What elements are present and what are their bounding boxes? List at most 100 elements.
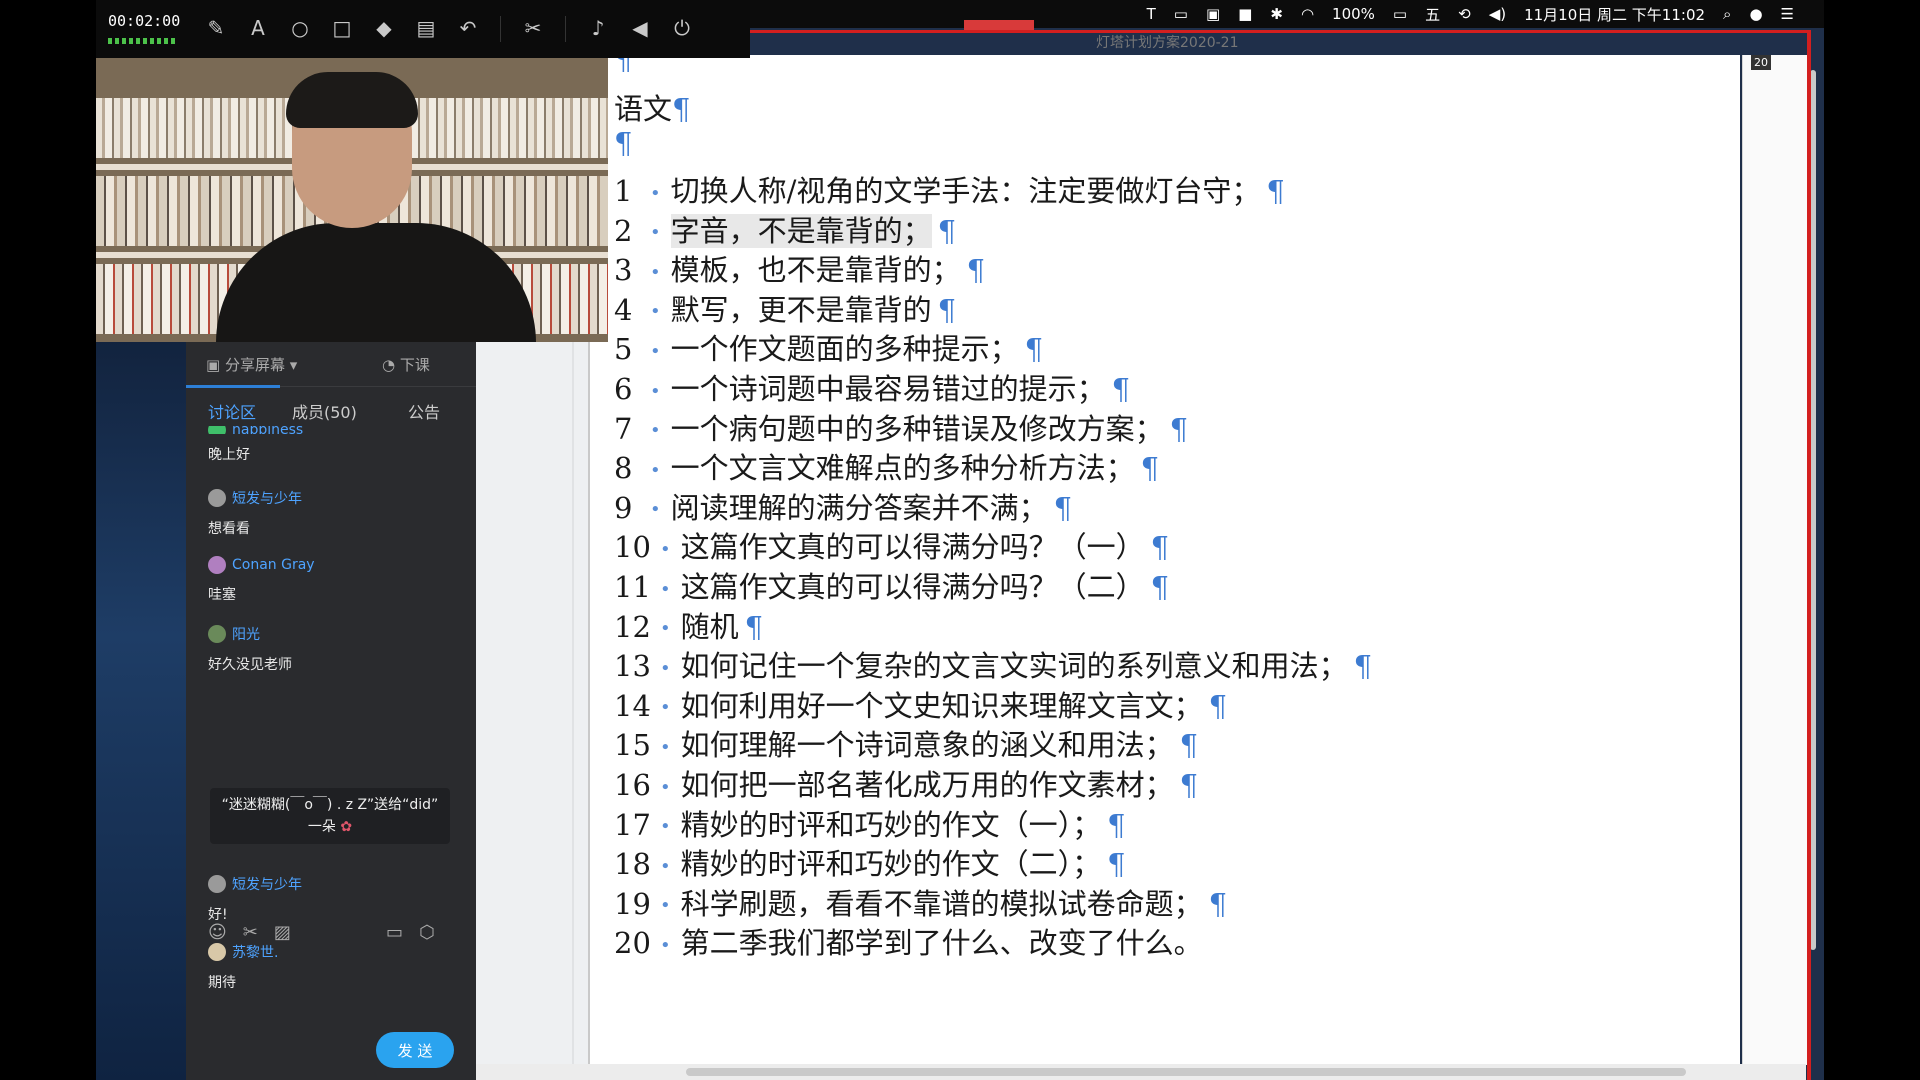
trash-icon[interactable]: ▤: [416, 10, 436, 46]
message-list[interactable]: happiness 晚上好 短发与少年 想看看 Conan Gray 哇塞 阳光…: [186, 426, 476, 991]
item-text: 一个诗词题中最容易错过的提示；: [670, 372, 1106, 406]
list-item[interactable]: 13 • 如何记住一个复杂的文言文实词的系列意义和用法； ¶: [614, 643, 1372, 685]
list-item[interactable]: 19 • 科学刷题，看看不靠谱的模拟试卷命题； ¶: [614, 881, 1227, 923]
end-class-button[interactable]: ◔ 下课: [382, 354, 430, 375]
bluetooth-icon[interactable]: ✱: [1270, 5, 1283, 23]
gift-notification: “迷迷糊糊(￣o￣) . z Z”送给“did” 一朵 ✿: [210, 788, 450, 844]
item-text: 这篇作文真的可以得满分吗？（二）: [680, 570, 1145, 604]
screen-icon[interactable]: ■: [1238, 5, 1252, 23]
send-button[interactable]: 发 送: [376, 1032, 454, 1068]
item-number: 8: [614, 451, 633, 486]
pilcrow-icon: ¶: [1150, 570, 1170, 604]
scissors-icon[interactable]: ✂: [523, 10, 543, 46]
pilcrow-icon: ¶: [1353, 649, 1373, 684]
item-number: 14: [614, 688, 651, 723]
datetime[interactable]: 11月10日 周二 下午11:02: [1524, 4, 1705, 25]
avatar: [208, 943, 226, 961]
settings-icon[interactable]: ⬡: [419, 922, 435, 943]
list-item[interactable]: 10 • 这篇作文真的可以得满分吗？（一） ¶: [614, 524, 1169, 566]
pilcrow-icon: ¶: [1179, 768, 1199, 802]
item-text: 阅读理解的满分答案并不满；: [670, 490, 1048, 525]
tab-discussion[interactable]: 讨论区: [208, 399, 256, 423]
scissors-icon[interactable]: ✂: [243, 922, 258, 943]
list-item[interactable]: 2 • 字音，不是靠背的； ¶: [614, 208, 956, 250]
item-text: 如何理解一个诗词意象的涵义和用法；: [680, 728, 1174, 763]
list-item[interactable]: 15 • 如何理解一个诗词意象的涵义和用法； ¶: [614, 722, 1198, 764]
image-icon[interactable]: ▨: [274, 922, 291, 943]
list-item[interactable]: 4 • 默写，更不是靠背的 ¶: [614, 287, 956, 329]
item-number: 13: [614, 649, 651, 684]
bullet-icon: •: [660, 618, 671, 640]
item-text: 一个作文题面的多种提示；: [670, 332, 1019, 367]
list-item[interactable]: 7 • 一个病句题中的多种错误及修改方案； ¶: [614, 406, 1188, 448]
time-machine-icon[interactable]: ⟲: [1458, 5, 1471, 23]
flower-icon: ✿: [340, 819, 353, 835]
rectangle-icon[interactable]: □: [332, 10, 352, 46]
list-item[interactable]: 12 • 随机 ¶: [614, 604, 763, 646]
list-item[interactable]: 11 • 这篇作文真的可以得满分吗？（二） ¶: [614, 564, 1169, 606]
list-item[interactable]: 18 • 精妙的时评和巧妙的作文（二）； ¶: [614, 841, 1126, 883]
list-item[interactable]: 20•第二季我们都学到了什么、改变了什么。¶: [614, 920, 1203, 962]
pilcrow-icon: ¶: [937, 213, 957, 248]
list-item[interactable]: 16 • 如何把一部名著化成万用的作文素材； ¶: [614, 762, 1198, 804]
emoji-icon[interactable]: ☺: [208, 922, 227, 943]
pilcrow-icon: ¶: [1266, 174, 1285, 208]
display-icon[interactable]: ▭: [1174, 5, 1188, 23]
item-number: 1: [614, 174, 633, 208]
bullet-icon: •: [650, 301, 661, 323]
tab-notice[interactable]: 公告: [408, 399, 440, 423]
comment-icon[interactable]: ▭: [386, 922, 403, 943]
bullet-icon: •: [650, 182, 661, 204]
notification-center-icon[interactable]: ☰: [1781, 5, 1794, 23]
list-item[interactable]: 3 • 模板，也不是靠背的； ¶: [614, 247, 985, 289]
page-thumbnail-pane[interactable]: 20: [1742, 55, 1807, 1065]
list-item[interactable]: 8 • 一个文言文难解点的多种分析方法； ¶: [614, 445, 1159, 487]
siri-icon[interactable]: ●: [1749, 5, 1762, 23]
list-item[interactable]: 1 • 切换人称/视角的文学手法：注定要做灯台守； ¶: [614, 168, 1285, 210]
share-border-top: [750, 30, 1810, 33]
spotlight-icon[interactable]: ⌕: [1723, 5, 1731, 23]
screen-frame: T ▭ ▣ ■ ✱ ◠ 100% ▭ 五 ⟲ ◀) 11月10日 周二 下午11…: [96, 0, 1824, 1080]
battery-icon: ▭: [1392, 5, 1408, 23]
item-number: 3: [614, 253, 633, 288]
pilcrow-icon: ¶: [1107, 807, 1126, 842]
item-text: 字音，不是靠背的；: [670, 213, 932, 248]
bullet-icon: •: [660, 816, 671, 838]
battery-level[interactable]: 100%: [1332, 5, 1375, 23]
text-icon[interactable]: A: [248, 10, 268, 46]
mic-icon[interactable]: ♪: [588, 10, 608, 46]
tab-members[interactable]: 成员(50): [292, 399, 357, 423]
bullet-icon: •: [650, 222, 661, 244]
share-screen-button[interactable]: ▣ 分享屏幕 ▾: [206, 354, 297, 375]
pilcrow-icon: ¶: [1150, 530, 1170, 565]
list-item[interactable]: 5 • 一个作文题面的多种提示； ¶: [614, 326, 1043, 368]
volume-icon[interactable]: ◀): [1489, 5, 1506, 23]
text-tool-icon[interactable]: T: [1147, 5, 1156, 23]
list-item: happiness 晚上好: [208, 426, 303, 464]
power-icon[interactable]: ⏻: [672, 10, 692, 46]
input-method[interactable]: 五: [1425, 4, 1440, 25]
speaker-icon[interactable]: ◀: [630, 10, 650, 46]
camera-icon[interactable]: ▣: [1206, 5, 1220, 23]
circle-icon[interactable]: ○: [290, 10, 310, 46]
list-item[interactable]: 17 • 精妙的时评和巧妙的作文（一）； ¶: [614, 802, 1126, 844]
item-number: 18: [614, 847, 651, 882]
list-item[interactable]: 6 • 一个诗词题中最容易错过的提示； ¶: [614, 366, 1130, 408]
chat-panel: ▣ 分享屏幕 ▾ ◔ 下课 讨论区 成员(50) 公告 happiness 晚上…: [186, 342, 476, 1080]
undo-icon[interactable]: ↶: [458, 10, 478, 46]
item-text: 模板，也不是靠背的；: [670, 253, 961, 288]
webcam-video: [96, 58, 608, 342]
eraser-icon[interactable]: ◆: [374, 10, 394, 46]
pilcrow-icon: ¶: [1111, 372, 1131, 406]
list-item: 苏黎世. 期待: [208, 943, 279, 991]
item-text: 如何记住一个复杂的文言文实词的系列意义和用法；: [680, 649, 1348, 684]
bullet-icon: •: [660, 578, 671, 600]
pen-icon[interactable]: ✎: [206, 10, 226, 46]
item-text: 这篇作文真的可以得满分吗？（一）: [680, 530, 1145, 565]
wifi-icon[interactable]: ◠: [1301, 5, 1314, 23]
list-item[interactable]: 14 • 如何利用好一个文史知识来理解文言文； ¶: [614, 683, 1227, 725]
horizontal-scrollbar[interactable]: [686, 1068, 1686, 1076]
item-number: 7: [614, 411, 633, 446]
list-item: 短发与少年 好!: [208, 875, 302, 923]
list-item[interactable]: 9 • 阅读理解的满分答案并不满； ¶: [614, 485, 1072, 527]
